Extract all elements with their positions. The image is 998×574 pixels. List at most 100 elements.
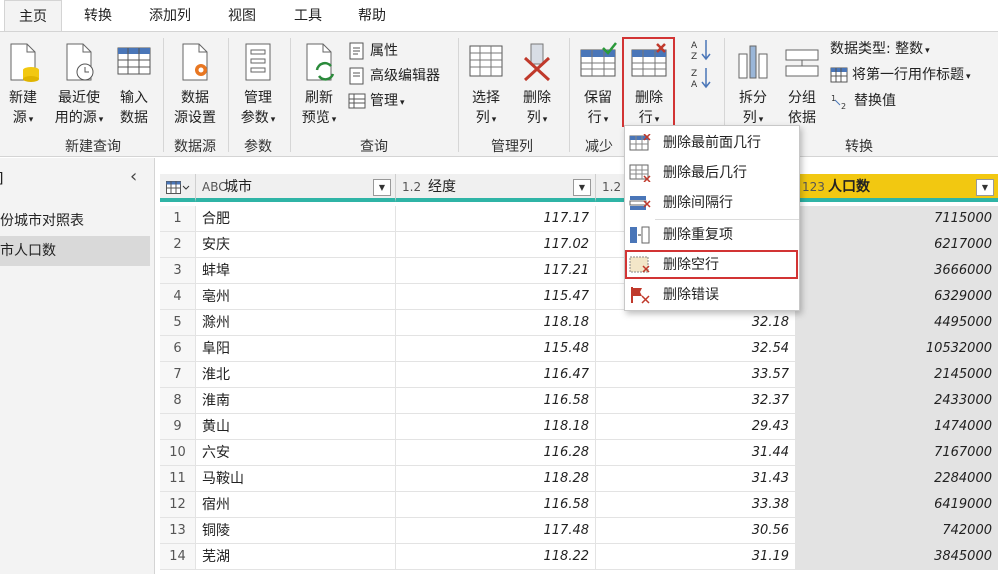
longitude-cell[interactable]: 117.21 xyxy=(396,258,596,284)
city-cell[interactable]: 蚌埠 xyxy=(196,258,396,284)
table-row[interactable]: 13 铜陵 117.48 30.56 742000 xyxy=(160,518,998,544)
collapse-pane-icon[interactable]: ‹ xyxy=(130,166,137,187)
longitude-cell[interactable]: 115.48 xyxy=(396,336,596,362)
latitude-cell[interactable]: 33.57 xyxy=(596,362,796,388)
row-number[interactable]: 10 xyxy=(160,440,196,466)
sort-descending-button[interactable]: ZA xyxy=(690,66,712,90)
enter-data-button[interactable]: 输入 数据 xyxy=(112,42,156,128)
row-number[interactable]: 1 xyxy=(160,206,196,232)
population-cell[interactable]: 2145000 xyxy=(796,362,998,388)
table-row[interactable]: 9 黄山 118.18 29.43 1474000 xyxy=(160,414,998,440)
population-cell[interactable]: 2433000 xyxy=(796,388,998,414)
population-cell[interactable]: 1474000 xyxy=(796,414,998,440)
tab-add-column[interactable]: 添加列 xyxy=(136,0,204,32)
table-menu-button[interactable] xyxy=(160,174,196,202)
city-cell[interactable]: 宿州 xyxy=(196,492,396,518)
row-number[interactable]: 13 xyxy=(160,518,196,544)
row-number[interactable]: 3 xyxy=(160,258,196,284)
row-number[interactable]: 12 xyxy=(160,492,196,518)
population-cell[interactable]: 3666000 xyxy=(796,258,998,284)
query-item-selected[interactable]: 市人口数 xyxy=(0,236,150,266)
population-cell[interactable]: 3845000 xyxy=(796,544,998,570)
table-row[interactable]: 12 宿州 116.58 33.38 6419000 xyxy=(160,492,998,518)
tab-view[interactable]: 视图 xyxy=(212,0,272,32)
city-cell[interactable]: 滁州 xyxy=(196,310,396,336)
population-cell[interactable]: 2284000 xyxy=(796,466,998,492)
row-number[interactable]: 4 xyxy=(160,284,196,310)
properties-button[interactable]: 属性 xyxy=(348,40,398,62)
latitude-cell[interactable]: 31.19 xyxy=(596,544,796,570)
table-row[interactable]: 5 滁州 118.18 32.18 4495000 xyxy=(160,310,998,336)
menu-item-remove-top-rows[interactable]: 删除最前面几行 xyxy=(625,128,799,158)
city-cell[interactable]: 六安 xyxy=(196,440,396,466)
latitude-cell[interactable]: 30.56 xyxy=(596,518,796,544)
data-type-dropdown[interactable]: 数据类型: 整数 ▾ xyxy=(830,38,930,60)
datasource-settings-button[interactable]: 数据 源设置 xyxy=(168,42,222,128)
row-number[interactable]: 9 xyxy=(160,414,196,440)
menu-item-remove-errors[interactable]: 删除错误 xyxy=(625,280,799,310)
table-row[interactable]: 10 六安 116.28 31.44 7167000 xyxy=(160,440,998,466)
row-number[interactable]: 6 xyxy=(160,336,196,362)
longitude-cell[interactable]: 116.28 xyxy=(396,440,596,466)
latitude-cell[interactable]: 29.43 xyxy=(596,414,796,440)
population-cell[interactable]: 6217000 xyxy=(796,232,998,258)
row-number[interactable]: 7 xyxy=(160,362,196,388)
population-cell[interactable]: 4495000 xyxy=(796,310,998,336)
choose-columns-button[interactable]: 选择 列 ▾ xyxy=(462,42,510,130)
longitude-cell[interactable]: 115.47 xyxy=(396,284,596,310)
refresh-preview-button[interactable]: 刷新 预览 ▾ xyxy=(294,42,344,130)
longitude-cell[interactable]: 116.47 xyxy=(396,362,596,388)
city-cell[interactable]: 铜陵 xyxy=(196,518,396,544)
tab-home[interactable]: 主页 xyxy=(4,0,62,32)
column-header-longitude[interactable]: 1.2 经度 ▼ xyxy=(396,174,596,202)
table-row[interactable]: 7 淮北 116.47 33.57 2145000 xyxy=(160,362,998,388)
menu-item-remove-alternate-rows[interactable]: 删除间隔行 xyxy=(625,188,799,218)
menu-item-remove-duplicates[interactable]: 删除重复项 xyxy=(625,220,799,250)
longitude-cell[interactable]: 118.22 xyxy=(396,544,596,570)
population-cell[interactable]: 742000 xyxy=(796,518,998,544)
keep-rows-button[interactable]: 保留 行 ▾ xyxy=(574,42,622,130)
longitude-cell[interactable]: 116.58 xyxy=(396,388,596,414)
column-header-population[interactable]: 123 人口数 ▼ xyxy=(796,174,998,202)
table-row[interactable]: 1 合肥 117.17 7115000 xyxy=(160,206,998,232)
replace-values-button[interactable]: 1 2 替换值 xyxy=(830,90,896,112)
city-cell[interactable]: 合肥 xyxy=(196,206,396,232)
query-item[interactable]: 份城市对照表 xyxy=(0,206,150,236)
latitude-cell[interactable]: 33.38 xyxy=(596,492,796,518)
row-number[interactable]: 11 xyxy=(160,466,196,492)
filter-dropdown-icon[interactable]: ▼ xyxy=(573,179,591,196)
longitude-cell[interactable]: 116.58 xyxy=(396,492,596,518)
city-cell[interactable]: 黄山 xyxy=(196,414,396,440)
table-row[interactable]: 3 蚌埠 117.21 3666000 xyxy=(160,258,998,284)
sort-ascending-button[interactable]: AZ xyxy=(690,38,712,62)
manage-parameters-button[interactable]: 管理 参数 ▾ xyxy=(232,42,284,130)
longitude-cell[interactable]: 117.17 xyxy=(396,206,596,232)
manage-button[interactable]: 管理 ▾ xyxy=(348,90,405,112)
table-row[interactable]: 2 安庆 117.02 6217000 xyxy=(160,232,998,258)
latitude-cell[interactable]: 31.43 xyxy=(596,466,796,492)
population-cell[interactable]: 7167000 xyxy=(796,440,998,466)
table-row[interactable]: 4 亳州 115.47 6329000 xyxy=(160,284,998,310)
city-cell[interactable]: 安庆 xyxy=(196,232,396,258)
table-row[interactable]: 8 淮南 116.58 32.37 2433000 xyxy=(160,388,998,414)
advanced-editor-button[interactable]: 高级编辑器 xyxy=(348,65,440,87)
longitude-cell[interactable]: 118.18 xyxy=(396,310,596,336)
population-cell[interactable]: 7115000 xyxy=(796,206,998,232)
table-row[interactable]: 6 阜阳 115.48 32.54 10532000 xyxy=(160,336,998,362)
group-by-button[interactable]: 分组 依据 xyxy=(780,42,824,128)
longitude-cell[interactable]: 118.28 xyxy=(396,466,596,492)
longitude-cell[interactable]: 117.48 xyxy=(396,518,596,544)
row-number[interactable]: 14 xyxy=(160,544,196,570)
table-row[interactable]: 11 马鞍山 118.28 31.43 2284000 xyxy=(160,466,998,492)
longitude-cell[interactable]: 118.18 xyxy=(396,414,596,440)
city-cell[interactable]: 芜湖 xyxy=(196,544,396,570)
city-cell[interactable]: 亳州 xyxy=(196,284,396,310)
city-cell[interactable]: 马鞍山 xyxy=(196,466,396,492)
row-number[interactable]: 2 xyxy=(160,232,196,258)
latitude-cell[interactable]: 32.18 xyxy=(596,310,796,336)
population-cell[interactable]: 10532000 xyxy=(796,336,998,362)
remove-columns-button[interactable]: 删除 列 ▾ xyxy=(514,42,560,130)
filter-dropdown-icon[interactable]: ▼ xyxy=(373,179,391,196)
population-cell[interactable]: 6329000 xyxy=(796,284,998,310)
new-source-button[interactable]: 新建 源 ▾ xyxy=(2,42,44,130)
